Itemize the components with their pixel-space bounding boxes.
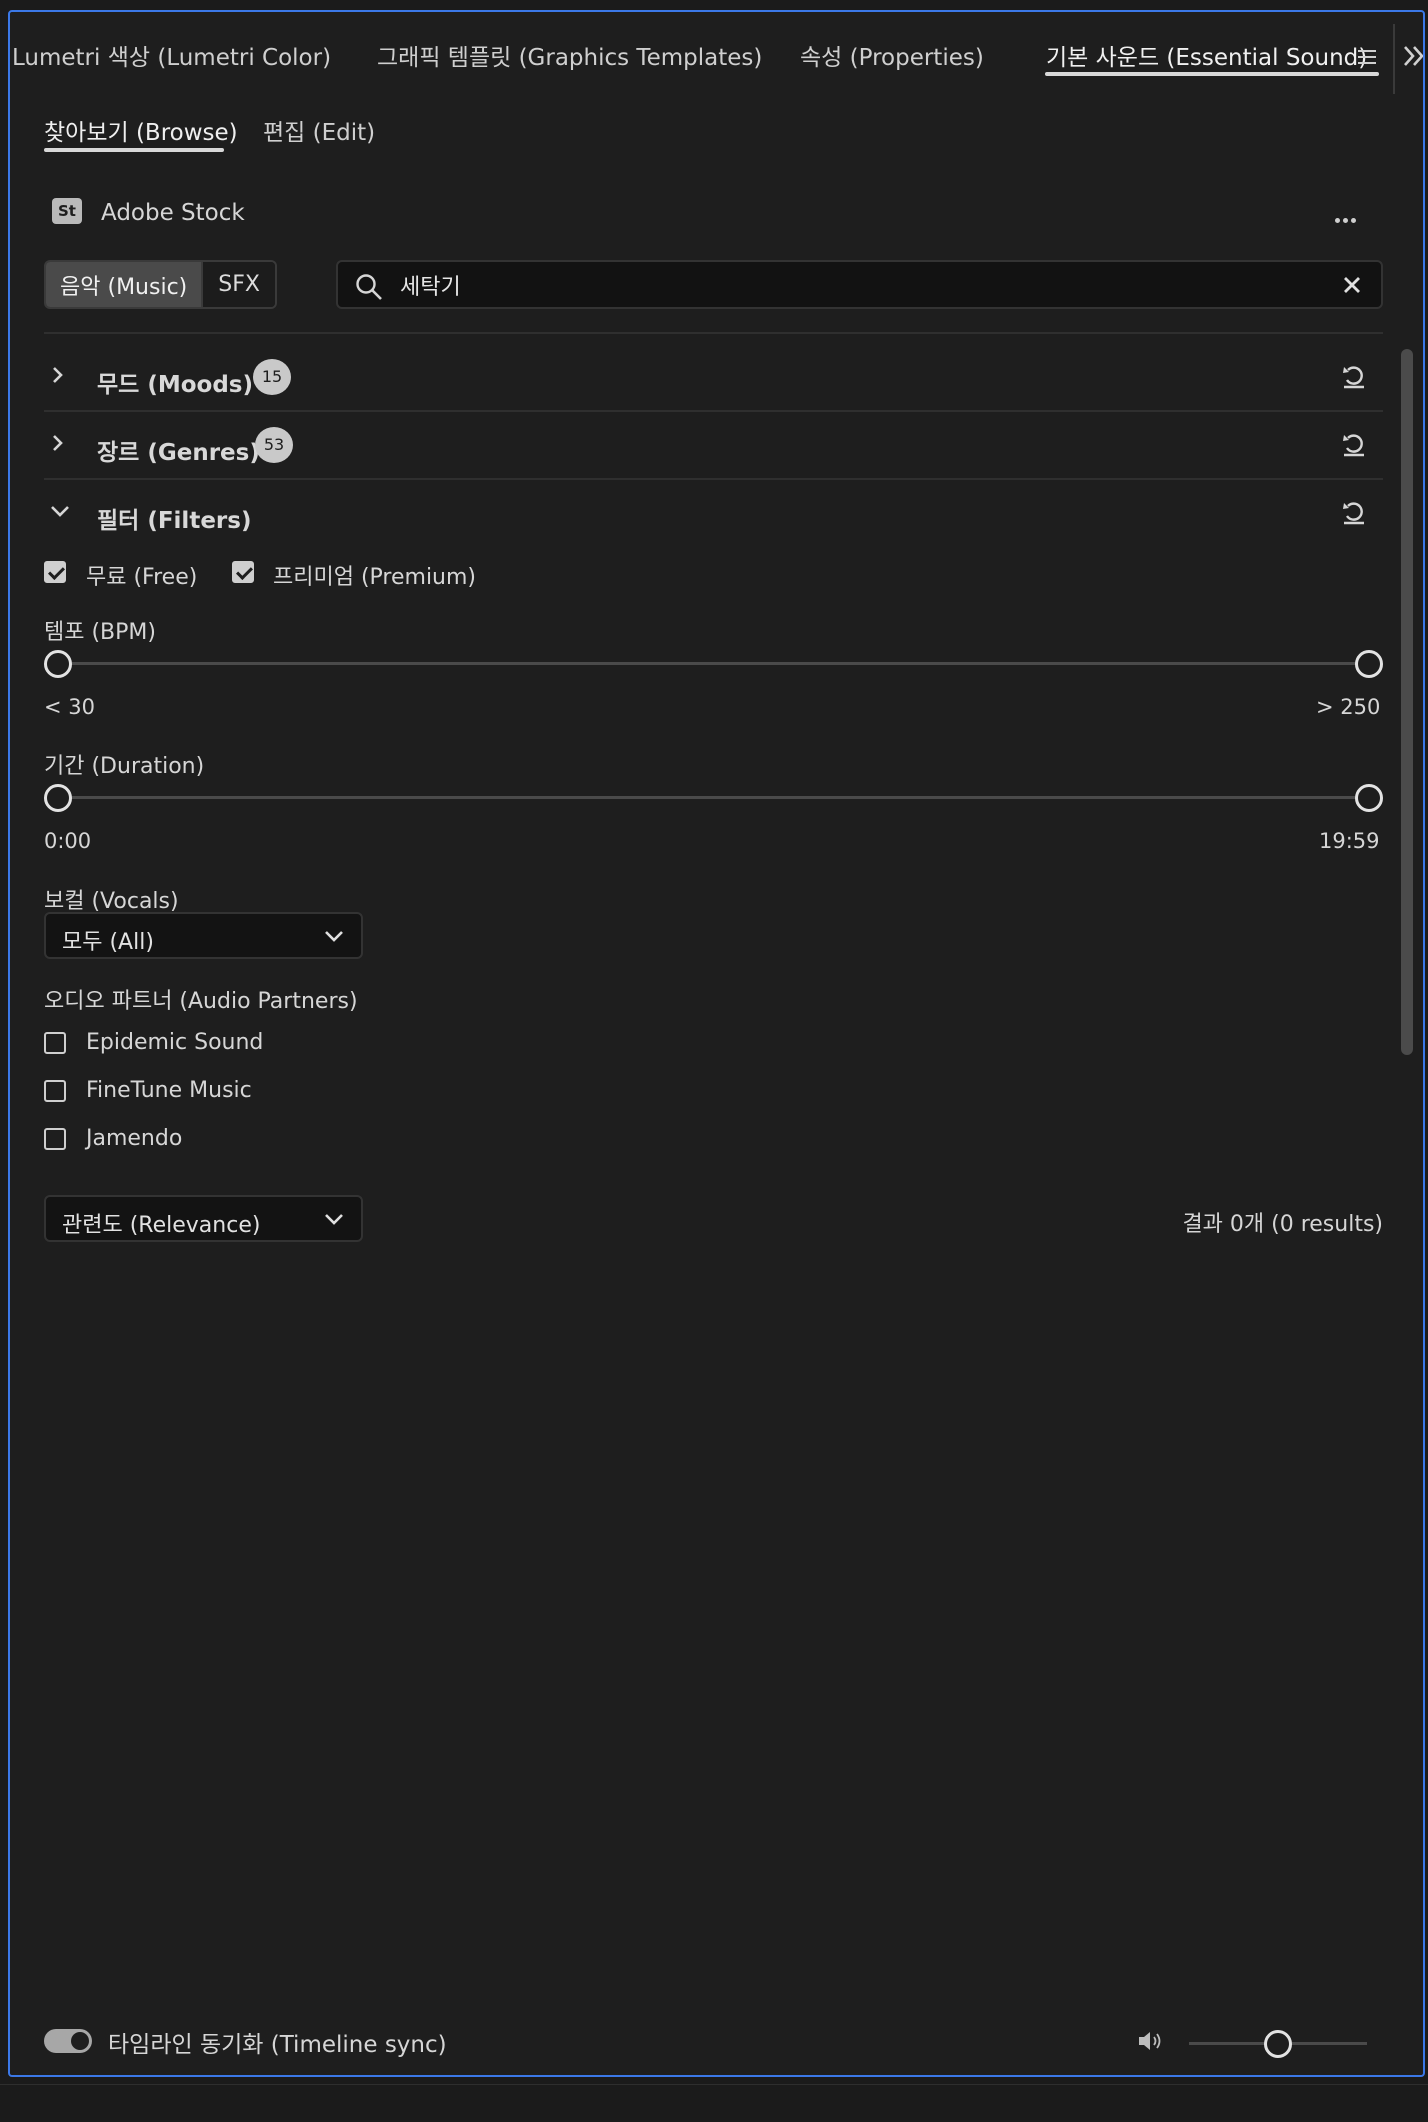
genres-title: 장르 (Genres) bbox=[97, 440, 260, 466]
duration-min-handle[interactable] bbox=[44, 784, 72, 812]
sort-selected-value: 관련도 (Relevance) bbox=[62, 1213, 261, 1238]
tempo-max-value: > 250 bbox=[1316, 695, 1381, 719]
more-options-icon[interactable] bbox=[1335, 208, 1361, 223]
vocals-selected-value: 모두 (All) bbox=[62, 930, 154, 955]
music-button[interactable]: 음악 (Music) bbox=[46, 262, 202, 307]
tempo-min-value: < 30 bbox=[44, 695, 95, 719]
chevron-right-icon bbox=[48, 431, 68, 455]
tab-graphics-templates[interactable]: 그래픽 템플릿 (Graphics Templates) bbox=[377, 38, 762, 72]
chevron-right-icon bbox=[48, 363, 68, 387]
duration-label: 기간 (Duration) bbox=[44, 754, 205, 779]
search-icon bbox=[355, 273, 383, 301]
free-label: 무료 (Free) bbox=[86, 565, 198, 590]
double-chevron-right-icon[interactable] bbox=[1402, 42, 1423, 77]
tempo-min-handle[interactable] bbox=[44, 650, 72, 678]
tempo-max-handle[interactable] bbox=[1355, 650, 1383, 678]
panel-tab-bar: Lumetri 색상 (Lumetri Color) 그래픽 템플릿 (Grap… bbox=[10, 12, 1423, 94]
tab-browse[interactable]: 찾아보기 (Browse) bbox=[44, 113, 238, 147]
premium-checkbox[interactable] bbox=[232, 561, 254, 583]
vocals-label: 보컬 (Vocals) bbox=[44, 889, 179, 914]
chevron-down-icon bbox=[323, 1209, 345, 1229]
sfx-button[interactable]: SFX bbox=[201, 262, 275, 307]
moods-section-header[interactable]: 무드 (Moods) 15 bbox=[44, 355, 1383, 399]
premium-label: 프리미엄 (Premium) bbox=[273, 565, 477, 590]
slider-track bbox=[56, 796, 1371, 799]
reset-genres-icon[interactable] bbox=[1339, 429, 1369, 459]
active-tab-indicator bbox=[1045, 72, 1379, 76]
active-subtab-indicator bbox=[44, 148, 224, 152]
volume-slider bbox=[1189, 2029, 1367, 2059]
timeline-sync-label: 타임라인 동기화 (Timeline sync) bbox=[108, 2032, 447, 2058]
chevron-down-icon bbox=[48, 499, 69, 523]
tab-essential-sound[interactable]: 기본 사운드 (Essential Sound) bbox=[1046, 38, 1367, 72]
vertical-scrollbar[interactable] bbox=[1401, 349, 1413, 1055]
duration-max-value: 19:59 bbox=[1319, 829, 1380, 853]
jamendo-checkbox[interactable] bbox=[44, 1128, 66, 1150]
filters-section-header[interactable]: 필터 (Filters) bbox=[44, 491, 1383, 535]
vocals-dropdown[interactable]: 모두 (All) bbox=[44, 912, 363, 959]
finetune-music-label: FineTune Music bbox=[86, 1078, 252, 1103]
search-input[interactable] bbox=[400, 268, 1300, 302]
slider-track bbox=[56, 662, 1371, 665]
results-count: 결과 0개 (0 results) bbox=[1182, 1212, 1383, 1237]
sort-dropdown[interactable]: 관련도 (Relevance) bbox=[44, 1195, 363, 1242]
content-type-toggle: 음악 (Music) SFX bbox=[44, 260, 277, 309]
tab-edit[interactable]: 편집 (Edit) bbox=[263, 113, 375, 147]
window-bottom-strip bbox=[0, 2084, 1428, 2122]
reset-moods-icon[interactable] bbox=[1339, 361, 1369, 391]
duration-min-value: 0:00 bbox=[44, 829, 92, 853]
tab-divider bbox=[1393, 24, 1395, 94]
filters-title: 필터 (Filters) bbox=[97, 508, 252, 534]
adobe-stock-logo: St bbox=[52, 198, 82, 224]
search-box bbox=[336, 260, 1383, 309]
free-checkbox[interactable] bbox=[44, 561, 66, 583]
tempo-range-slider bbox=[44, 649, 1383, 679]
essential-sound-panel: Lumetri 색상 (Lumetri Color) 그래픽 템플릿 (Grap… bbox=[8, 10, 1425, 2077]
moods-count-badge: 15 bbox=[253, 359, 291, 395]
duration-range-slider bbox=[44, 783, 1383, 813]
duration-max-handle[interactable] bbox=[1355, 784, 1383, 812]
adobe-stock-label: Adobe Stock bbox=[101, 200, 245, 226]
epidemic-sound-checkbox[interactable] bbox=[44, 1032, 66, 1054]
timeline-sync-toggle[interactable] bbox=[44, 2029, 92, 2053]
clear-search-icon[interactable] bbox=[1341, 268, 1363, 303]
tab-lumetri-color[interactable]: Lumetri 색상 (Lumetri Color) bbox=[12, 38, 331, 72]
divider bbox=[44, 410, 1383, 412]
moods-title: 무드 (Moods) bbox=[97, 372, 253, 398]
hamburger-menu-icon[interactable] bbox=[1358, 50, 1376, 66]
epidemic-sound-label: Epidemic Sound bbox=[86, 1030, 264, 1055]
genres-section-header[interactable]: 장르 (Genres) 53 bbox=[44, 423, 1383, 467]
divider bbox=[44, 478, 1383, 480]
tempo-label: 템포 (BPM) bbox=[44, 620, 156, 645]
speaker-icon bbox=[1137, 2028, 1165, 2054]
genres-count-badge: 53 bbox=[255, 427, 293, 463]
divider bbox=[44, 332, 1383, 334]
finetune-music-checkbox[interactable] bbox=[44, 1080, 66, 1102]
reset-filters-icon[interactable] bbox=[1339, 497, 1369, 527]
jamendo-label: Jamendo bbox=[86, 1126, 183, 1151]
chevron-down-icon bbox=[323, 926, 345, 946]
audio-partners-label: 오디오 파트너 (Audio Partners) bbox=[44, 989, 358, 1014]
tab-properties[interactable]: 속성 (Properties) bbox=[800, 38, 984, 72]
volume-handle[interactable] bbox=[1264, 2030, 1292, 2058]
